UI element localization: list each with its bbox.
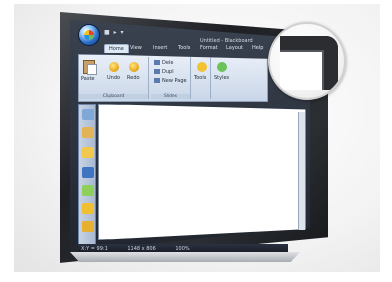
slides-group: Dele Dupl New Page Slides <box>151 57 191 99</box>
ribbon-panel: Paste Undo Redo Clipboard Dele Dupl New … <box>78 54 268 102</box>
drawing-canvas[interactable] <box>98 104 306 240</box>
zoom-level: 100% <box>175 246 190 252</box>
undo-icon[interactable] <box>109 62 119 72</box>
board-icon[interactable] <box>82 167 94 178</box>
tab-format[interactable]: Format <box>200 45 218 51</box>
bezel-corner-detail <box>280 36 338 90</box>
tools-group[interactable]: Tools <box>193 57 211 99</box>
redo-button[interactable]: Redo <box>127 75 140 81</box>
styles-icon <box>217 62 227 72</box>
logo-icon <box>84 30 94 40</box>
arrow-left-icon[interactable] <box>82 185 94 196</box>
new-page-button[interactable]: New Page <box>154 78 187 84</box>
open-icon[interactable] <box>82 147 94 158</box>
tab-view[interactable]: View <box>130 45 142 51</box>
tab-layout[interactable]: Layout <box>226 45 243 51</box>
tab-tools[interactable]: Tools <box>178 45 190 51</box>
styles-group[interactable]: Styles <box>213 57 231 99</box>
canvas-size: 1148 x 806 <box>127 246 156 252</box>
styles-button[interactable]: Styles <box>214 75 229 81</box>
new-page-icon <box>154 78 160 83</box>
paste-icon[interactable] <box>83 60 97 75</box>
tools-button[interactable]: Tools <box>194 75 206 81</box>
board-tray <box>70 252 300 262</box>
tab-home[interactable]: Home <box>104 44 129 53</box>
corner-zoom-callout <box>268 22 346 100</box>
slides-group-label: Slides <box>151 94 190 99</box>
vertical-scrollbar[interactable] <box>298 112 305 230</box>
quick-access-toolbar[interactable]: ■ ▸ ▾ <box>104 29 125 36</box>
up-down-icon[interactable] <box>82 221 94 232</box>
app-orb-button[interactable] <box>78 24 100 46</box>
duplicate-icon <box>154 69 160 74</box>
tab-help[interactable]: Help <box>252 45 263 51</box>
delete-icon <box>154 60 160 65</box>
window-title: Untitled - Blackboard <box>200 38 253 44</box>
duplicate-slide-button[interactable]: Dupl <box>154 69 174 75</box>
paste-button[interactable]: Paste <box>81 76 95 82</box>
undo-button[interactable]: Undo <box>107 75 120 81</box>
clipboard-group-label: Clipboard <box>79 94 148 99</box>
folder-icon[interactable] <box>82 127 94 138</box>
cursor-position: X:Y = 99:1 <box>81 246 108 252</box>
pages-icon[interactable] <box>82 109 94 120</box>
arrow-right-icon[interactable] <box>82 203 94 214</box>
clipboard-group: Paste Undo Redo Clipboard <box>79 57 149 99</box>
delete-slide-button[interactable]: Dele <box>154 60 173 66</box>
tab-insert[interactable]: Insert <box>153 45 167 51</box>
tools-icon <box>197 62 207 72</box>
redo-icon[interactable] <box>129 62 139 72</box>
left-toolbar <box>78 104 96 246</box>
